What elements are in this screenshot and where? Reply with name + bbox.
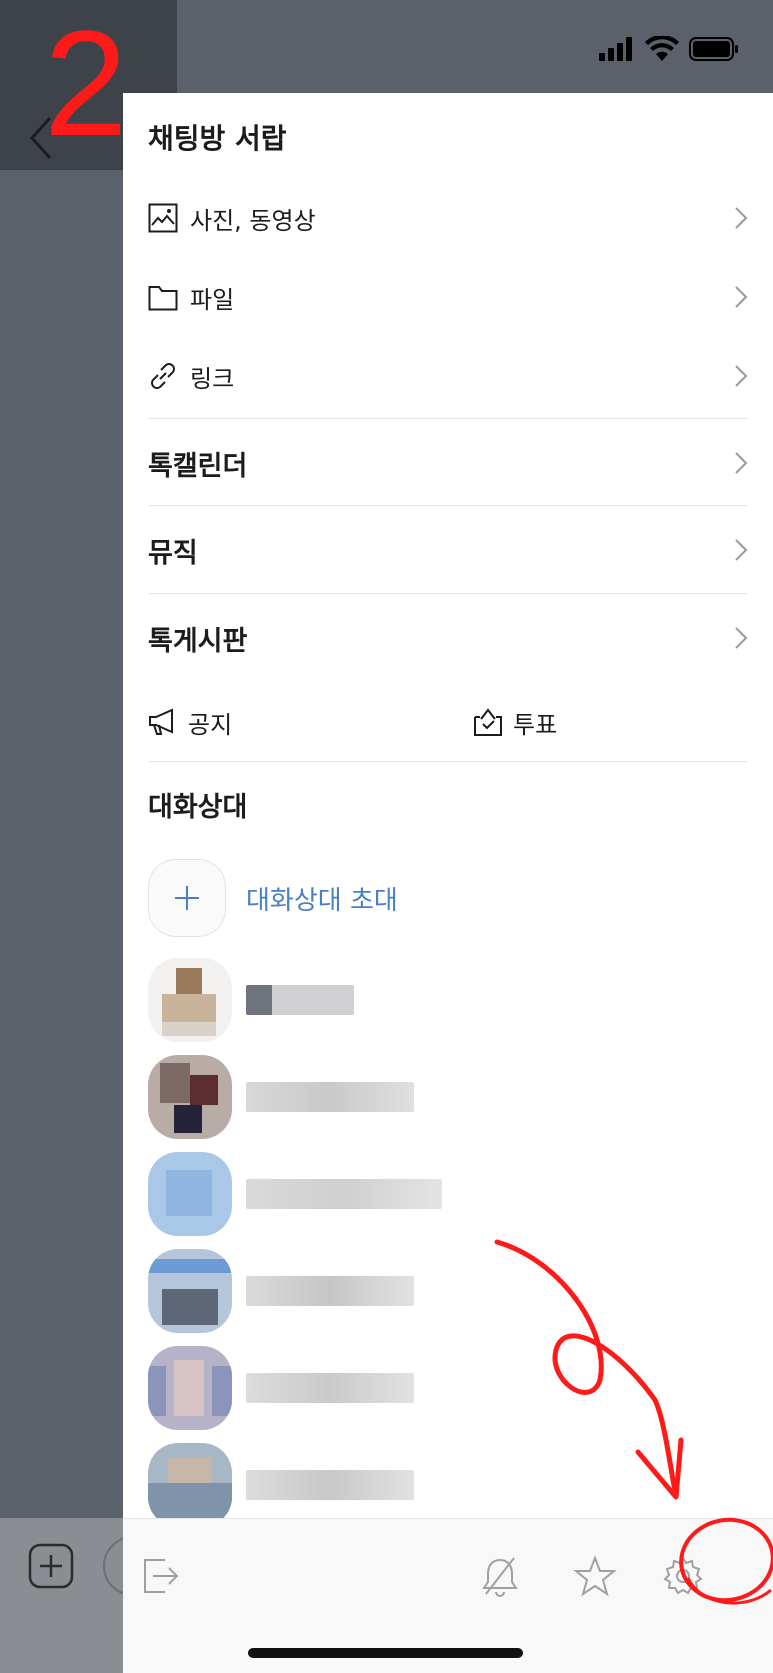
member-name-blurred (246, 1373, 414, 1403)
member-avatar (148, 1249, 232, 1333)
vote-label: 투표 (513, 710, 558, 739)
chevron-right-icon (735, 207, 748, 229)
favorite-star-icon[interactable] (573, 1554, 617, 1598)
drawer-section-label: 뮤직 (148, 537, 198, 569)
member-row[interactable] (148, 1443, 468, 1527)
drawer-item-links[interactable]: 링크 (148, 353, 748, 399)
exit-icon[interactable] (139, 1554, 183, 1598)
vote-box-icon (474, 708, 502, 736)
notice-label: 공지 (188, 710, 233, 739)
drawer-item-talk-board[interactable]: 톡게시판 (148, 615, 748, 661)
drawer-item-files[interactable]: 파일 (148, 274, 748, 320)
plus-icon (175, 886, 199, 910)
member-row[interactable] (148, 958, 468, 1042)
member-row[interactable] (148, 1346, 468, 1430)
cellular-signal-icon (599, 37, 632, 61)
divider (148, 761, 748, 762)
member-row[interactable] (148, 1152, 468, 1236)
divider (148, 418, 748, 419)
chat-drawer-panel: 채팅방 서랍 사진, 동영상 파일 링크 톡캘린더 뮤직 톡게시판 공지 투표 … (123, 93, 773, 1673)
megaphone-icon (149, 708, 173, 735)
member-name-blurred (246, 1470, 414, 1500)
add-attachment-icon[interactable] (28, 1543, 74, 1589)
drawer-item-label: 링크 (190, 364, 235, 393)
member-name-blurred (246, 985, 354, 1015)
chevron-right-icon (735, 452, 748, 474)
member-row[interactable] (148, 1055, 468, 1139)
invite-member-label: 대화상대 초대 (246, 885, 398, 916)
notice-vote-row: 공지 투표 (148, 697, 748, 747)
folder-icon (148, 286, 178, 311)
drawer-item-label: 사진, 동영상 (190, 206, 316, 235)
member-name-blurred (246, 1082, 414, 1112)
home-indicator (248, 1648, 523, 1658)
photo-icon (148, 203, 178, 233)
drawer-item-music[interactable]: 뮤직 (148, 527, 748, 573)
link-icon (151, 363, 175, 389)
member-name-blurred (246, 1179, 442, 1209)
members-section-title: 대화상대 (148, 792, 248, 823)
drawer-section-label: 톡게시판 (148, 625, 248, 657)
member-name-blurred (246, 1276, 414, 1306)
member-avatar (148, 1055, 232, 1139)
drawer-section-label: 톡캘린더 (148, 450, 248, 482)
divider (148, 593, 748, 594)
chat-background-dimmed (0, 93, 123, 1518)
back-arrow-icon[interactable] (26, 114, 56, 162)
battery-icon (689, 37, 738, 61)
settings-gear-icon[interactable] (661, 1554, 705, 1598)
chevron-right-icon (735, 627, 748, 649)
invite-member-button[interactable]: 대화상대 초대 (148, 859, 398, 937)
chevron-right-icon (735, 286, 748, 308)
chevron-right-icon (735, 539, 748, 561)
vote-button[interactable]: 투표 (473, 697, 557, 747)
member-avatar (148, 1152, 232, 1236)
member-avatar (148, 1346, 232, 1430)
chevron-right-icon (735, 365, 748, 387)
drawer-title: 채팅방 서랍 (148, 122, 287, 155)
invite-plus-button[interactable] (148, 859, 226, 937)
wifi-icon (645, 36, 679, 61)
member-row[interactable] (148, 1249, 468, 1333)
drawer-item-photos-videos[interactable]: 사진, 동영상 (148, 195, 748, 241)
notification-off-icon[interactable] (478, 1554, 522, 1598)
drawer-item-label: 파일 (190, 285, 235, 314)
drawer-item-talk-calendar[interactable]: 톡캘린더 (148, 440, 748, 486)
notice-button[interactable]: 공지 (148, 697, 232, 747)
chat-input-bar-dimmed (0, 1518, 163, 1673)
step-number: 2 (44, 0, 128, 167)
member-avatar (148, 1443, 232, 1527)
divider (148, 505, 748, 506)
member-avatar (148, 958, 232, 1042)
status-icons (599, 36, 739, 62)
